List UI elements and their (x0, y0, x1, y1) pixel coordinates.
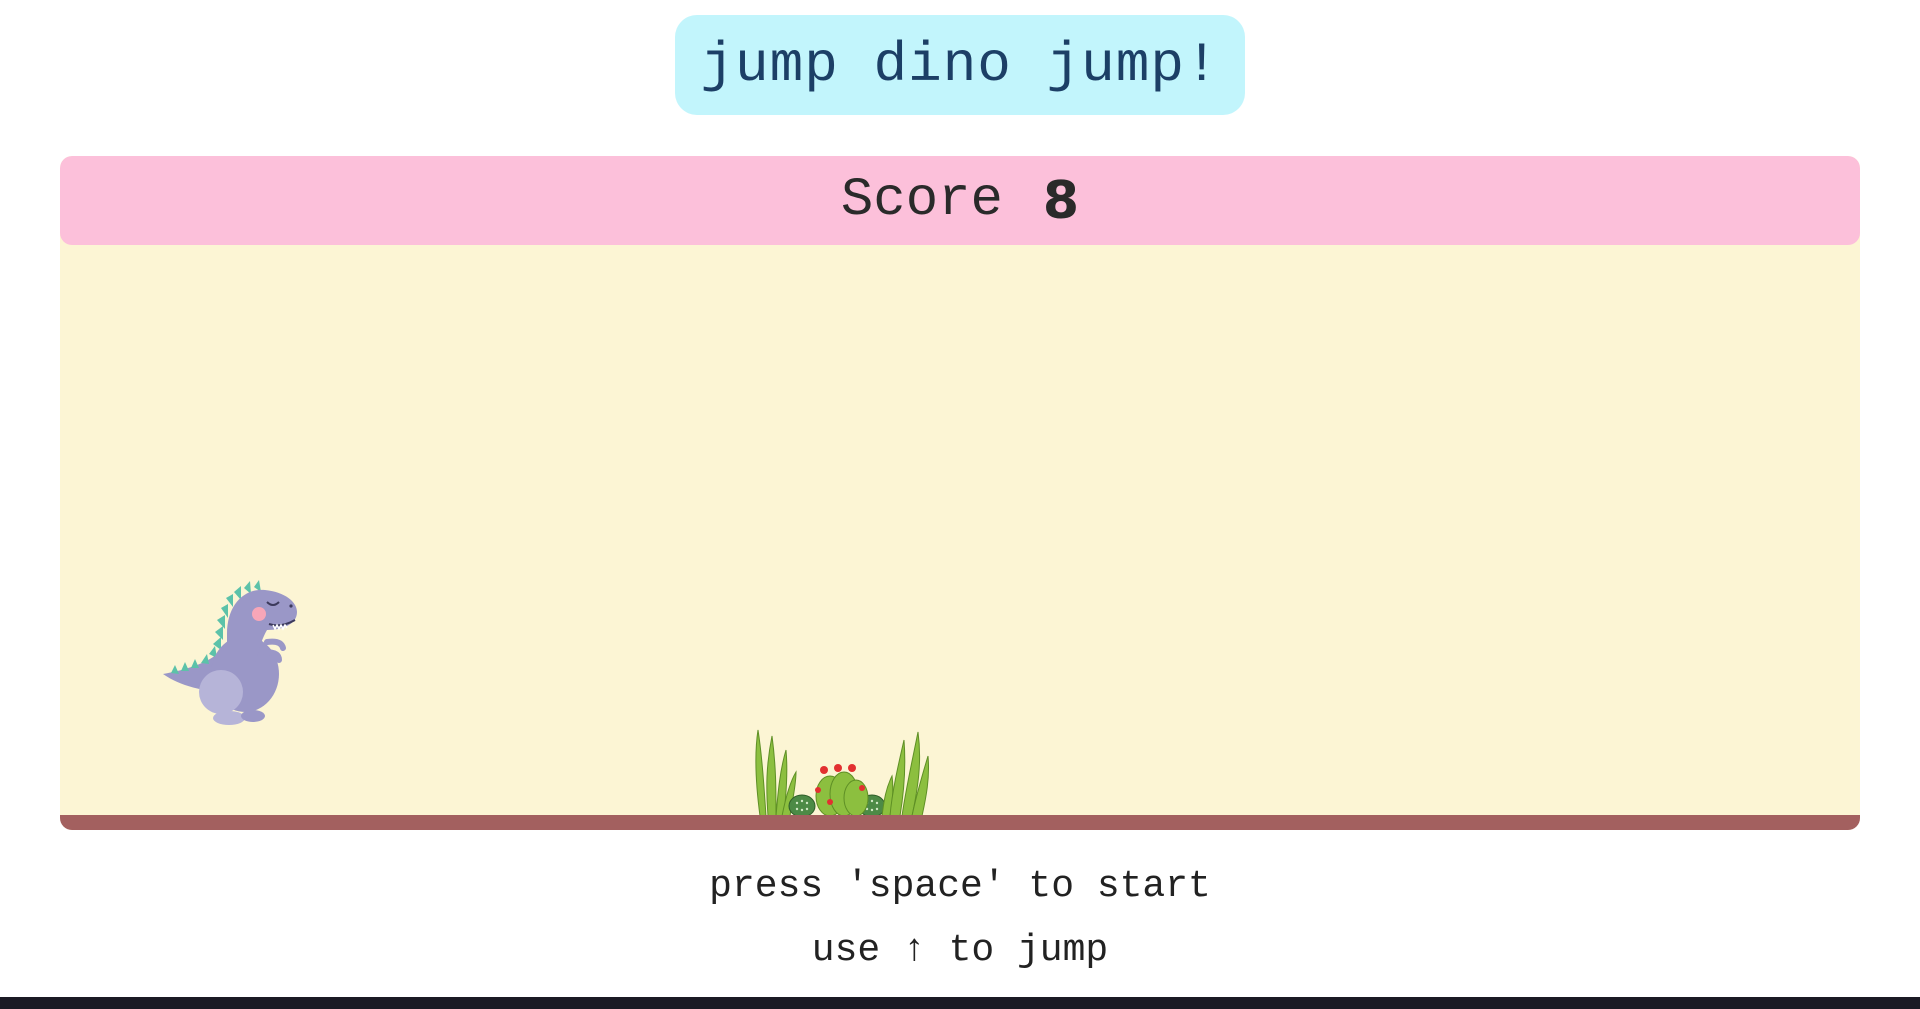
dino-sprite (163, 580, 297, 725)
game-canvas[interactable]: Score 8 (60, 156, 1860, 830)
score-label: Score (840, 170, 1003, 231)
instructions: press 'space' to start use ↑ to jump (0, 855, 1920, 983)
score-value: 8 (1042, 170, 1080, 231)
game-page: jump dino jump! Score 8 press 'space' to… (0, 0, 1920, 1009)
cactus-obstacle (755, 729, 929, 818)
ground (60, 815, 1860, 830)
score-bar: Score 8 (60, 156, 1860, 245)
jump-instruction: use ↑ to jump (811, 929, 1109, 972)
taskbar (0, 997, 1920, 1009)
game-title: jump dino jump! (675, 15, 1245, 115)
start-instruction: press 'space' to start (709, 865, 1211, 908)
